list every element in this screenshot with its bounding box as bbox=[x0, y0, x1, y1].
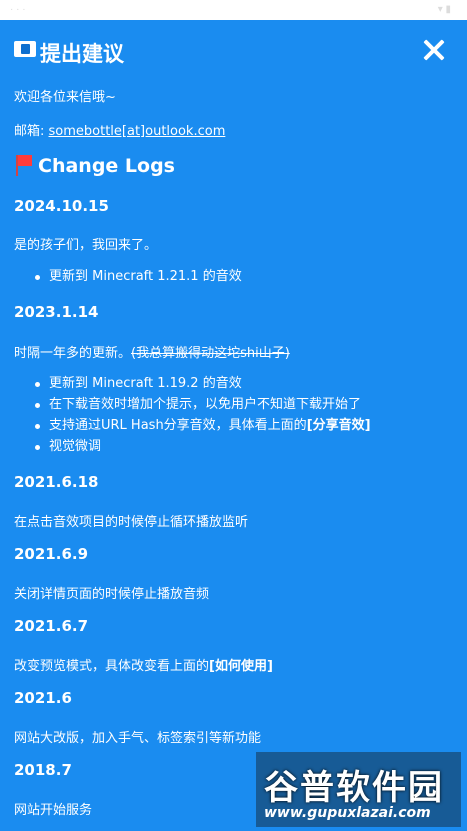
list-item: 视觉微调 bbox=[32, 436, 371, 457]
version-desc: 是的孩子们，我回来了。 bbox=[14, 238, 158, 253]
email-row: 邮箱: somebottle[at]outlook.com bbox=[14, 120, 225, 139]
watermark-url: www.gupuxlazai.com bbox=[264, 805, 431, 821]
changelog-heading-text: Change Logs bbox=[38, 155, 175, 177]
version-desc: 改变预览模式，具体改变看上面的[如何使用] bbox=[14, 655, 273, 674]
version-2021-6-9: 2021.6.9 bbox=[14, 545, 89, 563]
list-item: 在下载音效时增加个提示，以免用户不知道下载开始了 bbox=[32, 394, 371, 415]
version-2021-6-18: 2021.6.18 bbox=[14, 473, 99, 491]
version-2018-7: 2018.7 bbox=[14, 761, 72, 779]
bullet-list: 更新到 Minecraft 1.21.1 的音效 bbox=[32, 266, 242, 287]
red-flag-icon bbox=[14, 155, 34, 176]
share-sound-ref: [分享音效] bbox=[306, 418, 371, 433]
status-bar: · · · ▾ ▮ bbox=[0, 0, 467, 20]
version-desc: 关闭详情页面的时候停止播放音频 bbox=[14, 587, 210, 602]
watermark-title: 谷普软件园 bbox=[264, 768, 444, 808]
status-icons: ▾ ▮ bbox=[437, 4, 451, 15]
desc-text: 时隔一年多的更新。 bbox=[14, 346, 132, 361]
bullet-list: 更新到 Minecraft 1.19.2 的音效 在下载音效时增加个提示，以免用… bbox=[32, 373, 371, 457]
site-watermark: 谷普软件园 www.gupuxlazai.com bbox=[256, 752, 461, 827]
email-link[interactable]: somebottle[at]outlook.com bbox=[49, 124, 226, 139]
changelog-heading: Change Logs bbox=[14, 155, 175, 177]
version-desc: 网站开始服务 bbox=[14, 803, 93, 818]
list-item: 支持通过URL Hash分享音效，具体看上面的[分享音效] bbox=[32, 415, 371, 436]
close-icon[interactable] bbox=[423, 39, 445, 61]
email-icon bbox=[14, 41, 36, 57]
list-item: 更新到 Minecraft 1.21.1 的音效 bbox=[32, 266, 242, 287]
welcome-text: 欢迎各位来信哦~ bbox=[14, 90, 116, 105]
list-item-text: 支持通过URL Hash分享音效，具体看上面的 bbox=[49, 418, 307, 433]
dialog-header: 提出建议 bbox=[14, 38, 454, 66]
version-desc: 时隔一年多的更新。(我总算搬得动这坨shi山子) bbox=[14, 342, 290, 361]
suggestion-dialog: 提出建议 欢迎各位来信哦~ 邮箱: somebottle[at]outlook.… bbox=[0, 20, 467, 831]
version-2021-6-7: 2021.6.7 bbox=[14, 617, 89, 635]
version-2021-6: 2021.6 bbox=[14, 689, 72, 707]
version-2024-10-15: 2024.10.15 bbox=[14, 197, 109, 215]
status-clock: · · · bbox=[10, 4, 26, 15]
email-label: 邮箱: bbox=[14, 124, 49, 139]
version-2023-1-14: 2023.1.14 bbox=[14, 303, 99, 321]
desc-text: 改变预览模式，具体改变看上面的 bbox=[14, 659, 210, 674]
version-desc: 网站大改版，加入手气、标签索引等新功能 bbox=[14, 731, 262, 746]
dialog-title: 提出建议 bbox=[40, 42, 124, 66]
list-item: 更新到 Minecraft 1.19.2 的音效 bbox=[32, 373, 371, 394]
how-to-use-ref: [如何使用] bbox=[209, 659, 273, 674]
strikethrough-text: (我总算搬得动这坨shi山子) bbox=[131, 346, 290, 361]
version-desc: 在点击音效项目的时候停止循环播放监听 bbox=[14, 515, 249, 530]
